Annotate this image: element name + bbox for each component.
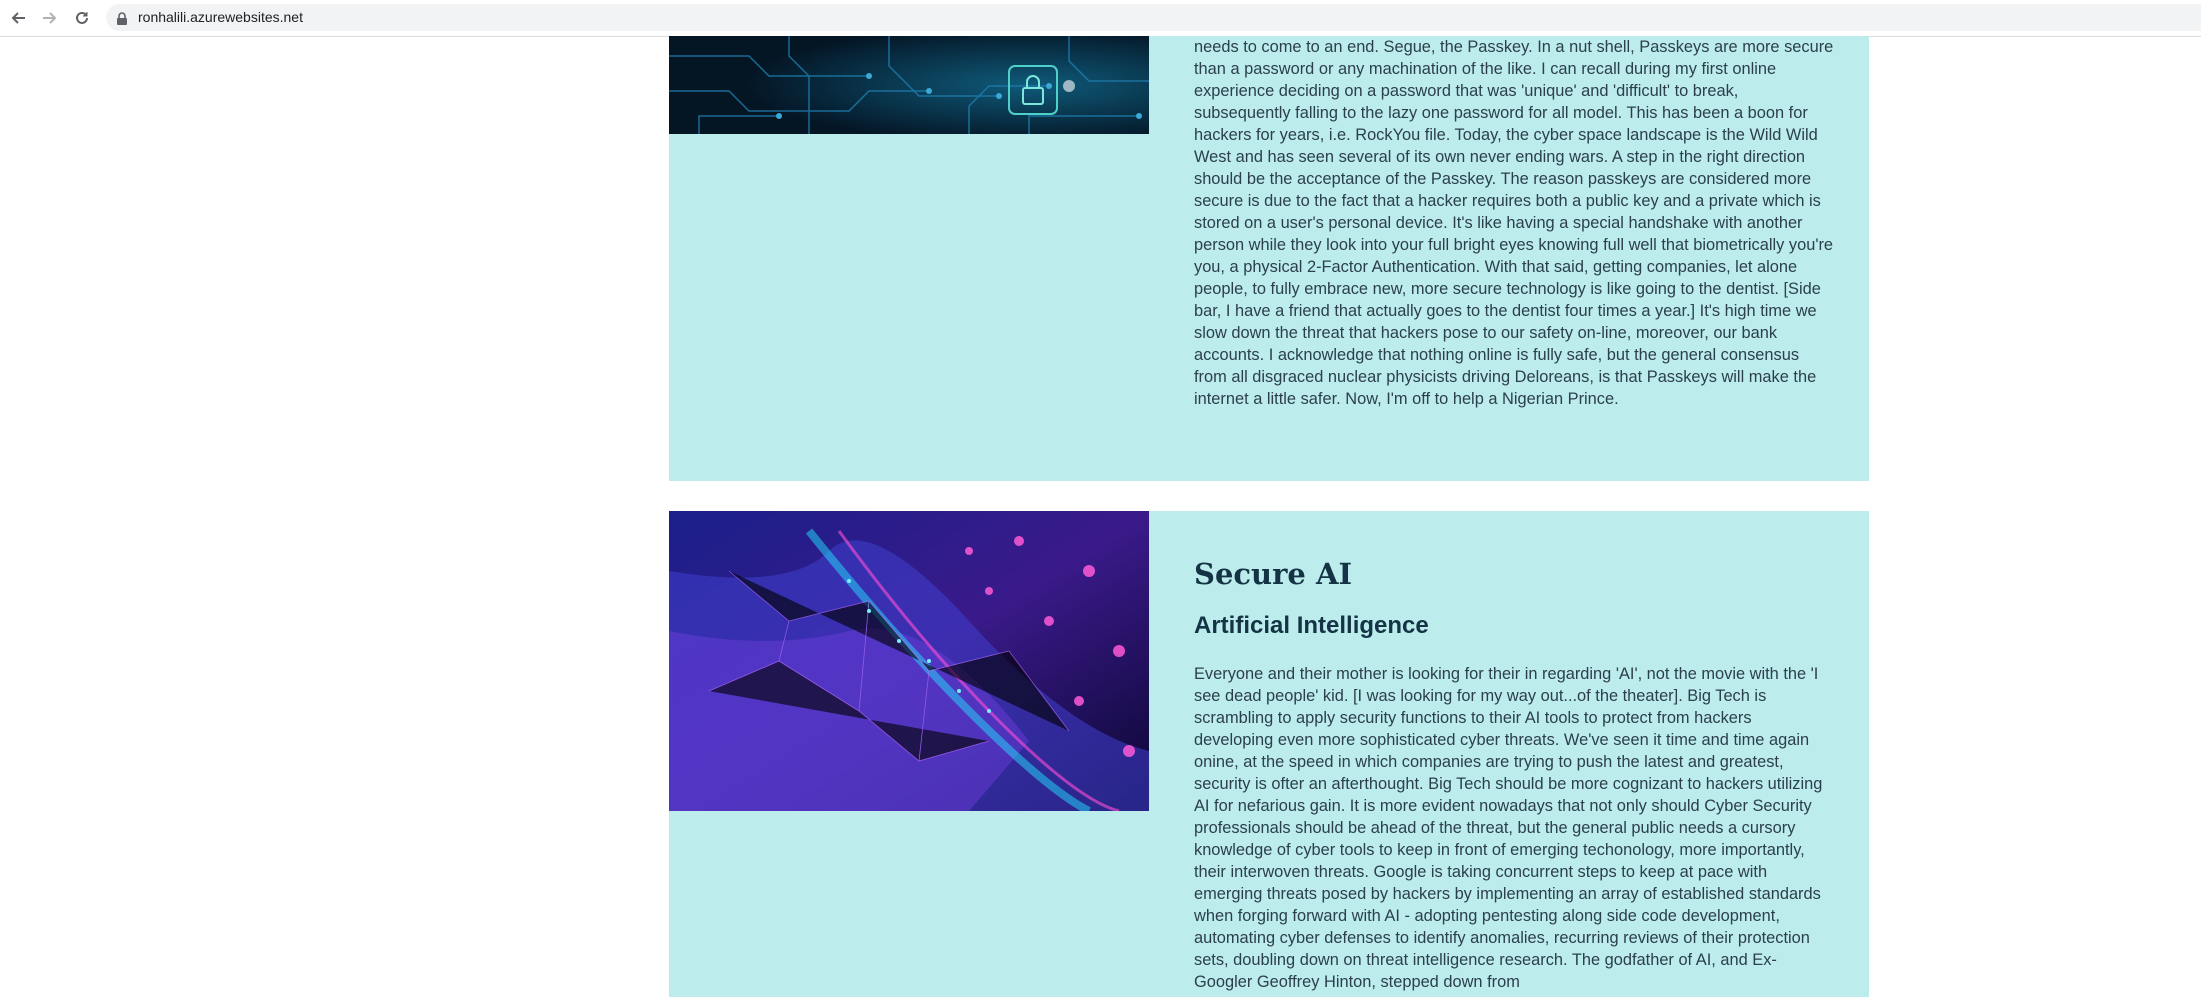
reload-button[interactable] (71, 7, 93, 29)
lock-icon (117, 12, 127, 25)
browser-toolbar: ronhalili.azurewebsites.net (0, 0, 2201, 37)
address-bar[interactable]: ronhalili.azurewebsites.net (106, 4, 2201, 31)
ai-network-image (669, 511, 1149, 811)
circuit-lock-image (669, 36, 1149, 134)
back-arrow-icon (11, 12, 25, 24)
reload-icon (76, 11, 88, 24)
post-subtitle: Artificial Intelligence (1194, 612, 1429, 639)
blog-post-card: Secure AI Artificial Intelligence Everyo… (669, 511, 1869, 997)
forward-arrow-icon (43, 12, 57, 24)
post-content: needs to come to an end. Segue, the Pass… (1194, 36, 1834, 410)
forward-button[interactable] (39, 7, 61, 29)
post-title: Secure AI (1194, 557, 1353, 591)
url-text: ronhalili.azurewebsites.net (138, 9, 303, 25)
blog-post-card: needs to come to an end. Segue, the Pass… (669, 36, 1869, 481)
back-button[interactable] (7, 7, 29, 29)
post-body: Everyone and their mother is looking for… (1194, 665, 1823, 991)
post-content: Secure AI Artificial Intelligence Everyo… (1194, 555, 1834, 993)
post-body: needs to come to an end. Segue, the Pass… (1194, 38, 1834, 408)
